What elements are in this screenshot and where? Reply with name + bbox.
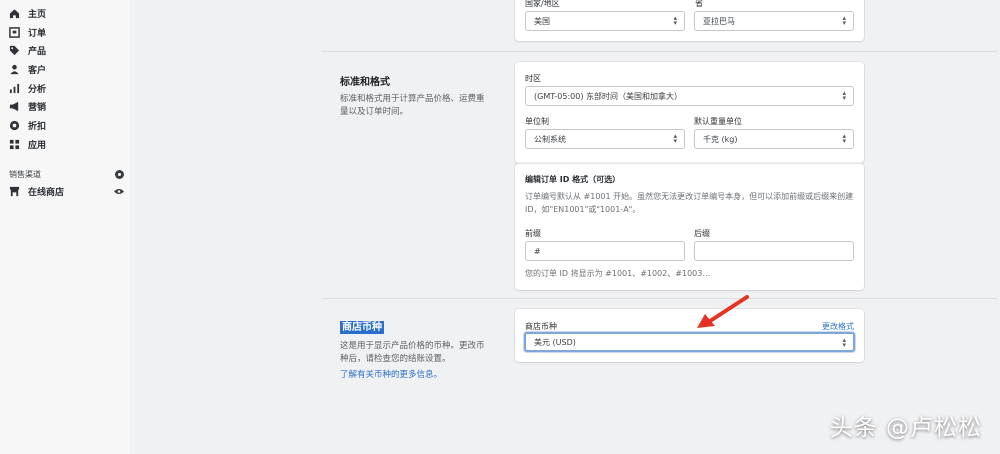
sidebar-item-products[interactable]: 产品 [9,42,46,58]
province-label: 省 [695,0,703,8]
select-arrows-icon: ▴ ▾ [842,336,846,349]
store-icon [9,186,20,197]
add-channel-icon[interactable] [115,169,124,179]
select-arrows-icon: ▴ ▾ [842,89,846,102]
apps-icon [9,139,20,150]
sidebar-item-apps[interactable]: 应用 [9,136,46,152]
section-divider [322,298,997,299]
sidebar: 主页 订单 产品 客户 分析 营销 折扣 应用 销售渠道 在线商店 [0,0,130,454]
select-arrows-icon: ▴ ▾ [673,14,677,27]
country-label: 国家/地区 [525,0,560,8]
currency-value: 美元 (USD) [534,337,576,347]
units-section-desc: 标准和格式用于计算产品价格、运费重量以及订单时间。 [340,94,485,117]
home-icon [9,8,20,19]
sidebar-item-orders[interactable]: 订单 [9,24,46,40]
select-arrows-icon: ▴ ▾ [673,132,677,145]
order-id-title: 编辑订单 ID 格式（可选） [525,175,621,184]
red-arrow-annotation [697,295,749,328]
currency-learn-more-link[interactable]: 了解有关币种的更多信息。 [340,369,490,382]
prefix-label: 前缀 [525,229,541,238]
sidebar-item-label: 订单 [28,28,47,39]
province-select[interactable]: 亚拉巴马 ▴ ▾ [694,11,854,31]
order-id-preview: 您的订单 ID 将显示为 #1001、#1002、#1003… [525,269,711,278]
weight-unit-label: 默认重量单位 [694,117,742,126]
unit-system-select[interactable]: 公制系统 ▴ ▾ [525,129,685,149]
sidebar-item-label: 主页 [28,9,47,20]
order-id-card: 编辑订单 ID 格式（可选） 订单编号默认从 #1001 开始。虽然您无法更改订… [515,163,864,290]
sales-channels-label: 销售渠道 [9,169,41,179]
section-divider [322,51,997,52]
watermark: 头条 @卢松松 [829,415,982,441]
currency-label: 商店币种 [525,322,557,331]
suffix-label: 后缀 [694,229,710,238]
weight-unit-value: 千克 (kg) [703,134,738,144]
currency-section-title: 商店币种 [340,318,384,334]
select-arrows-icon: ▴ ▾ [842,132,846,145]
eye-icon[interactable] [114,188,124,195]
prefix-value: # [534,246,541,256]
chart-icon [9,83,20,94]
province-value: 亚拉巴马 [703,16,735,26]
sidebar-item-customers[interactable]: 客户 [9,61,46,77]
unit-system-label: 单位制 [525,117,549,126]
sidebar-item-label: 折扣 [28,121,47,132]
currency-section-desc: 这是用于显示产品价格的币种。更改币种后，请检查您的结账设置。 [340,341,485,364]
orders-icon [9,26,20,38]
sidebar-item-discounts[interactable]: 折扣 [9,117,46,133]
suffix-input[interactable] [694,241,854,261]
unit-system-value: 公制系统 [534,134,566,144]
sidebar-item-label: 产品 [28,46,47,57]
units-section-title: 标准和格式 [340,77,390,88]
timezone-label: 时区 [525,74,541,83]
main-content: 国家/地区 省 美国 ▴ ▾ 亚拉巴马 ▴ ▾ 标准和格式 标准和格式用于计算产品价… [130,0,1000,454]
sidebar-item-label: 在线商店 [28,187,65,198]
sidebar-item-label: 营销 [28,102,47,113]
discount-icon [9,120,20,131]
currency-select[interactable]: 美元 (USD) ▴ ▾ [524,332,855,352]
sidebar-item-home[interactable]: 主页 [9,5,46,21]
units-card: 时区 (GMT-05:00) 东部时间（美国和加拿大） ▴ ▾ 单位制 默认重量单… [515,62,864,163]
sidebar-item-label: 客户 [28,65,47,76]
country-value: 美国 [534,16,550,26]
sidebar-item-online-store[interactable]: 在线商店 [9,184,124,198]
weight-unit-select[interactable]: 千克 (kg) ▴ ▾ [694,129,854,149]
sidebar-item-marketing[interactable]: 营销 [9,98,46,114]
sidebar-item-analytics[interactable]: 分析 [9,80,46,96]
timezone-select[interactable]: (GMT-05:00) 东部时间（美国和加拿大） ▴ ▾ [525,86,854,106]
sidebar-item-label: 分析 [28,84,47,95]
tag-icon [9,45,20,56]
megaphone-icon [9,101,20,112]
address-card: 国家/地区 省 美国 ▴ ▾ 亚拉巴马 ▴ ▾ [515,0,864,41]
currency-card: 商店币种 更改格式 美元 (USD) ▴ ▾ [515,309,864,362]
sidebar-item-label: 应用 [28,140,47,151]
country-select[interactable]: 美国 ▴ ▾ [525,11,685,31]
change-format-link[interactable]: 更改格式 [822,321,854,332]
sales-channels-header: 销售渠道 [9,167,124,181]
currency-title-text: 商店币种 [340,321,384,334]
timezone-value: (GMT-05:00) 东部时间（美国和加拿大） [534,91,682,101]
person-icon [9,64,20,75]
order-id-desc: 订单编号默认从 #1001 开始。虽然您无法更改订单编号本身，但可以添加前缀或后… [525,192,854,214]
prefix-input[interactable]: # [525,241,685,261]
select-arrows-icon: ▴ ▾ [842,14,846,27]
